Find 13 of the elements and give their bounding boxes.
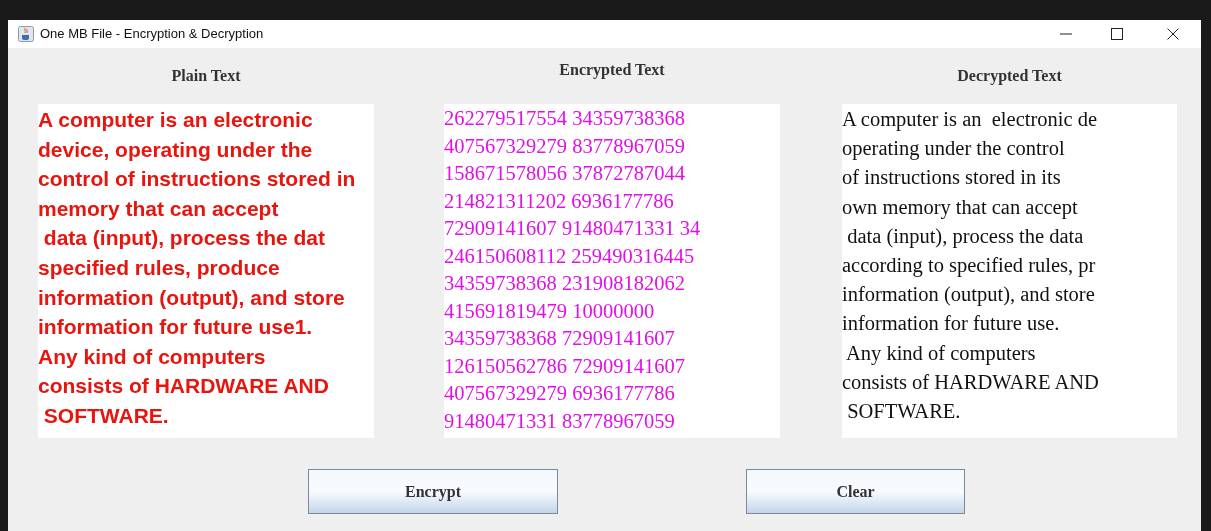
cup-icon <box>18 26 34 42</box>
minimize-icon <box>1060 33 1072 35</box>
panel-label: Decrypted Text <box>957 66 1062 87</box>
text-area[interactable]: A computer is an electronic de operating under the control of instructions stored in its own memory that can accept data (input), process the data according to specified rules, pr information (output), and store information for future use. Any kind of computers consists of HARDWARE AND SOFTWARE. <box>842 104 1177 438</box>
panel-label: Plain Text <box>171 66 241 86</box>
maximize-icon <box>1111 28 1123 40</box>
text-area[interactable]: A computer is an electronic device, operating under the control of instructions stored in memory that can accept data (input), process the dat specified rules, produce information (output), and store information for future use1. Any kind of computers consists of HARDWARE AND SOFTWARE. <box>38 104 374 438</box>
action-button[interactable]: Clear <box>746 469 965 514</box>
close-icon <box>1167 28 1179 40</box>
text-area[interactable]: 262279517554 34359738368 407567329279 83778967059 158671578056 37872787044 214821311202 6936177786 72909141607 91480471331 34 246150608112 259490316445 34359738368 231908182062 415691819479 10000000 34359738368 72909141607 126150562786 72909141607 407567329279 6936177786 91480471331 83778967059 <box>444 104 780 438</box>
panel-label: Encrypted Text <box>559 60 665 81</box>
window-title: One MB File - Encryption & Decryption <box>40 25 264 44</box>
action-button[interactable]: Encrypt <box>308 469 558 514</box>
